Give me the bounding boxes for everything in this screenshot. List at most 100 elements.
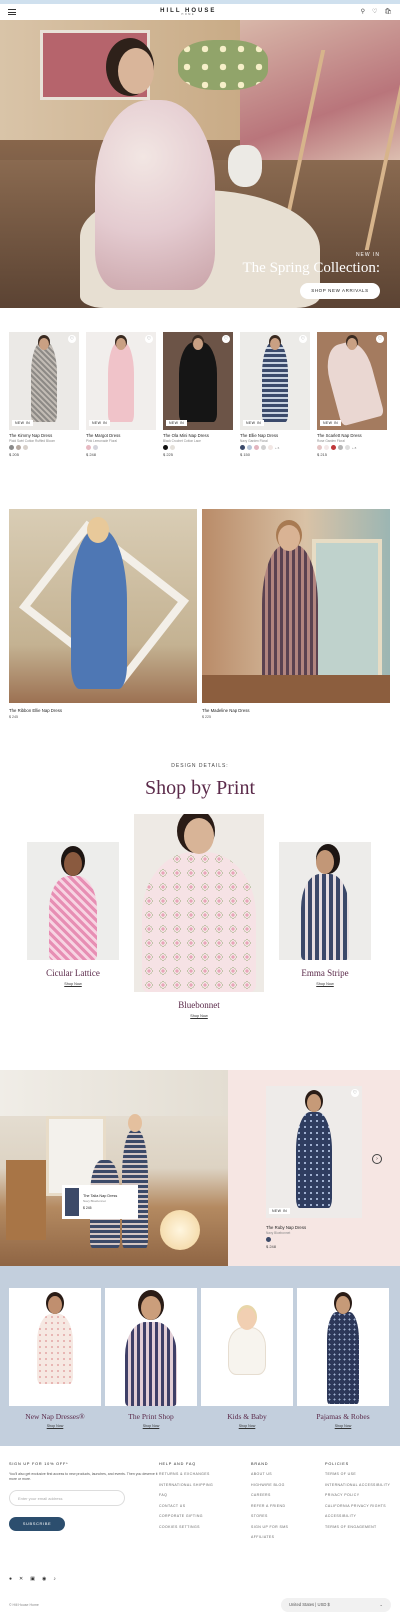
product-image[interactable]: ♡ NEW IN — [163, 332, 233, 430]
wishlist-heart-icon[interactable]: ♡ — [68, 335, 76, 343]
wishlist-heart-icon[interactable]: ♡ — [351, 1089, 359, 1097]
category-image[interactable] — [201, 1288, 293, 1406]
shop-now-link[interactable]: Shop Now — [134, 1014, 264, 1018]
product-image[interactable]: ♡ NEW IN — [317, 332, 387, 430]
hotspot-name[interactable]: The Talia Nap Dress — [83, 1194, 117, 1198]
wishlist-heart-icon[interactable]: ♡ — [376, 335, 384, 343]
product-card[interactable]: ♡ NEW IN The Scarlett Nap Dress Rose Gar… — [317, 332, 387, 457]
shop-new-arrivals-button[interactable]: SHOP NEW ARRIVALS — [300, 283, 380, 299]
shop-now-link[interactable]: Shop Now — [279, 982, 371, 986]
wishlist-heart-icon[interactable]: ♡ — [299, 335, 307, 343]
footer-link[interactable]: CALIFORNIA PRIVACY RIGHTS — [325, 1504, 391, 1508]
color-swatch[interactable] — [170, 445, 175, 450]
category-card[interactable]: The Print Shop Shop Now — [105, 1288, 197, 1428]
product-name[interactable]: The Ellie Nap Dress — [240, 433, 310, 438]
footer-link[interactable]: COOKIES SETTINGS — [159, 1525, 251, 1529]
print-card[interactable]: Emma Stripe Shop Now — [279, 842, 371, 986]
color-swatch[interactable] — [23, 445, 28, 450]
product-name[interactable]: The Scarlett Nap Dress — [317, 433, 387, 438]
featured-image[interactable] — [202, 509, 390, 703]
color-swatch[interactable] — [247, 445, 252, 450]
product-name[interactable]: The Margot Dress — [86, 433, 156, 438]
shop-now-link[interactable]: Shop Now — [201, 1424, 293, 1428]
color-swatch[interactable] — [268, 445, 273, 450]
print-card[interactable]: Bluebonnet Shop Now — [134, 814, 264, 1018]
print-card[interactable]: Cicular Lattice Shop Now — [27, 842, 119, 986]
footer-link[interactable]: HIGHWIRE BLOG — [251, 1483, 325, 1487]
featured-card[interactable]: The Ribbon Ellie Nap Dress $ 245 — [9, 509, 197, 719]
footer-link[interactable]: PRIVACY POLICY — [325, 1493, 391, 1497]
product-card[interactable]: ♡ NEW IN The Ola Mini Nap Dress Black Cr… — [163, 332, 233, 457]
category-card[interactable]: New Nap Dresses® Shop Now — [9, 1288, 101, 1428]
category-card[interactable]: Kids & Baby Shop Now — [201, 1288, 293, 1428]
next-arrow-icon[interactable]: › — [372, 1154, 382, 1164]
color-swatch[interactable] — [9, 445, 14, 450]
print-name[interactable]: Emma Stripe — [279, 968, 371, 978]
category-name[interactable]: Kids & Baby — [201, 1412, 293, 1421]
color-swatch[interactable] — [317, 445, 322, 450]
featured-name[interactable]: The Madeline Nap Dress — [202, 708, 390, 713]
bag-icon[interactable]: 🛍︎ — [384, 9, 392, 15]
product-image[interactable]: ♡ NEW IN — [9, 332, 79, 430]
shop-now-link[interactable]: Shop Now — [105, 1424, 197, 1428]
footer-link[interactable]: ABOUT US — [251, 1472, 325, 1476]
footer-link[interactable]: TERMS OF ENGAGEMENT — [325, 1525, 391, 1529]
category-image[interactable] — [297, 1288, 389, 1406]
shop-now-link[interactable]: Shop Now — [27, 982, 119, 986]
footer-link[interactable]: CORPORATE GIFTING — [159, 1514, 251, 1518]
featured-product-image[interactable]: ♡ NEW IN — [266, 1086, 362, 1218]
menu-icon[interactable] — [8, 9, 16, 15]
shop-now-link[interactable]: Shop Now — [297, 1424, 389, 1428]
color-swatch[interactable] — [345, 445, 350, 450]
color-swatch[interactable] — [93, 445, 98, 450]
hero-banner[interactable]: NEW IN The Spring Collection: SHOP NEW A… — [0, 20, 400, 308]
footer-link[interactable]: FAQ — [159, 1493, 251, 1497]
pinterest-icon[interactable]: ◉ — [42, 1576, 46, 1582]
print-image[interactable] — [27, 842, 119, 960]
footer-link[interactable]: TERMS OF USE — [325, 1472, 391, 1476]
category-name[interactable]: The Print Shop — [105, 1412, 197, 1421]
footer-link[interactable]: STORES — [251, 1514, 325, 1518]
product-name[interactable]: The Ruby Nap Dress — [266, 1225, 376, 1230]
footer-link[interactable]: CONTACT US — [159, 1504, 251, 1508]
product-image[interactable]: ♡ NEW IN — [86, 332, 156, 430]
lifestyle-image[interactable]: The Talia Nap Dress Navy Bluebonnet $ 24… — [0, 1070, 228, 1266]
color-swatch[interactable] — [338, 445, 343, 450]
product-image[interactable]: ♡ NEW IN — [240, 332, 310, 430]
footer-link[interactable]: CAREERS — [251, 1493, 325, 1497]
color-swatch[interactable] — [324, 445, 329, 450]
brand-logo[interactable]: HILL HOUSE HOME — [160, 8, 216, 17]
footer-link[interactable]: INTERNATIONAL SHIPPING — [159, 1483, 251, 1487]
product-hotspot[interactable]: The Talia Nap Dress Navy Bluebonnet $ 24… — [62, 1185, 138, 1219]
instagram-icon[interactable]: ▣ — [30, 1576, 35, 1582]
featured-card[interactable]: The Madeline Nap Dress $ 225 — [202, 509, 390, 719]
wishlist-heart-icon[interactable]: ♡ — [145, 335, 153, 343]
footer-link[interactable]: ACCESSIBILITY — [325, 1514, 391, 1518]
product-card[interactable]: ♡ NEW IN The Margot Dress Pink Lemonade … — [86, 332, 156, 457]
print-image[interactable] — [134, 814, 264, 992]
color-swatch[interactable] — [261, 445, 266, 450]
featured-name[interactable]: The Ribbon Ellie Nap Dress — [9, 708, 197, 713]
color-swatch[interactable] — [240, 445, 245, 450]
product-name[interactable]: The Ola Mini Nap Dress — [163, 433, 233, 438]
featured-image[interactable] — [9, 509, 197, 703]
shop-now-link[interactable]: Shop Now — [9, 1424, 101, 1428]
wishlist-heart-icon[interactable]: ♡ — [222, 335, 230, 343]
category-name[interactable]: New Nap Dresses® — [9, 1412, 101, 1421]
footer-link[interactable]: SIGN UP FOR SMS — [251, 1525, 325, 1529]
footer-link[interactable]: INTERNATIONAL ACCESSIBILITY — [325, 1483, 391, 1487]
subscribe-button[interactable]: SUBSCRIBE — [9, 1516, 65, 1531]
more-colors[interactable]: + 8 — [352, 446, 356, 450]
search-icon[interactable]: ⚲ — [361, 9, 365, 15]
color-swatch[interactable] — [266, 1237, 271, 1242]
footer-link[interactable]: REFER A FRIEND — [251, 1504, 325, 1508]
more-colors[interactable]: + 6 — [275, 446, 279, 450]
heart-icon[interactable]: ♡ — [372, 9, 377, 15]
locale-selector[interactable]: United States | USD $ ⌄ — [281, 1597, 391, 1612]
print-name[interactable]: Bluebonnet — [134, 1000, 264, 1010]
footer-link[interactable]: AFFILIATES — [251, 1535, 325, 1539]
category-card[interactable]: Pajamas & Robes Shop Now — [297, 1288, 389, 1428]
color-swatch[interactable] — [16, 445, 21, 450]
print-image[interactable] — [279, 842, 371, 960]
print-name[interactable]: Cicular Lattice — [27, 968, 119, 978]
